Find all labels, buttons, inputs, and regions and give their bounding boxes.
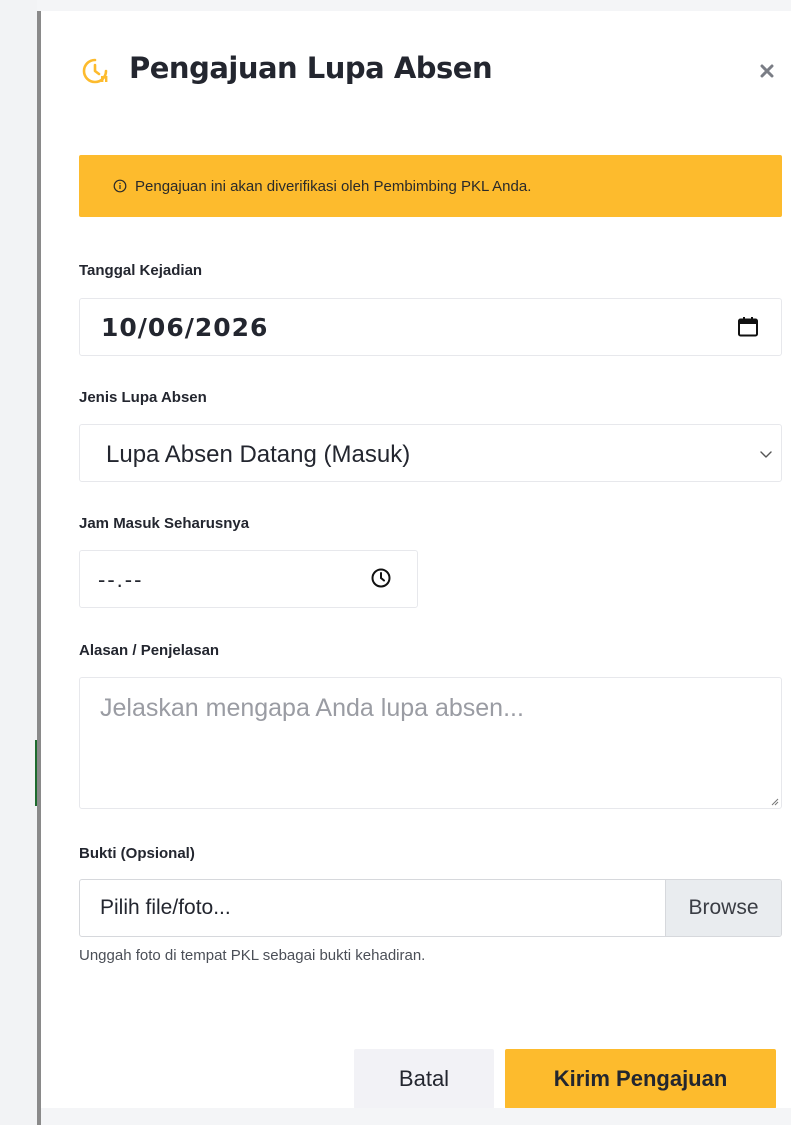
modal-header: Pengajuan Lupa Absen (41, 11, 791, 131)
modal-footer-edge (41, 1108, 791, 1125)
time-input[interactable]: --.-- (79, 550, 418, 608)
type-select[interactable]: Lupa Absen Datang (Masuk) (79, 424, 782, 482)
forgot-attendance-modal: Pengajuan Lupa Absen Pengajuan ini akan … (37, 11, 791, 1125)
type-label: Jenis Lupa Absen (79, 389, 207, 406)
clock-history-icon (82, 58, 108, 84)
date-input[interactable]: 10/06/2026 (79, 298, 782, 356)
clock-icon[interactable] (370, 567, 392, 589)
proof-help-text: Unggah foto di tempat PKL sebagai bukti … (79, 947, 426, 964)
alert-text: Pengajuan ini akan diverifikasi oleh Pem… (135, 177, 532, 195)
proof-label: Bukti (Opsional) (79, 845, 195, 862)
calendar-icon[interactable] (737, 316, 759, 338)
submit-button[interactable]: Kirim Pengajuan (505, 1049, 776, 1109)
cancel-button[interactable]: Batal (354, 1049, 494, 1109)
reason-textarea[interactable]: Jelaskan mengapa Anda lupa absen... (79, 677, 782, 809)
browse-button[interactable]: Browse (665, 880, 781, 936)
info-icon (113, 179, 127, 193)
date-value: 10/06/2026 (101, 313, 269, 342)
time-value: --.-- (98, 567, 144, 592)
close-icon (760, 64, 774, 78)
modal-title: Pengajuan Lupa Absen (129, 51, 493, 85)
time-label: Jam Masuk Seharusnya (79, 515, 250, 532)
proof-file-input[interactable]: Pilih file/foto... Browse (79, 879, 782, 937)
chevron-down-icon (760, 451, 772, 458)
close-button[interactable] (751, 55, 783, 87)
info-alert: Pengajuan ini akan diverifikasi oleh Pem… (79, 155, 782, 217)
reason-placeholder: Jelaskan mengapa Anda lupa absen... (100, 694, 524, 722)
type-selected-value: Lupa Absen Datang (Masuk) (106, 441, 411, 468)
resize-handle-icon[interactable] (769, 796, 779, 806)
proof-placeholder: Pilih file/foto... (100, 896, 231, 919)
date-label: Tanggal Kejadian (79, 262, 203, 279)
reason-label: Alasan / Penjelasan (79, 642, 220, 659)
background-page (0, 0, 39, 1125)
